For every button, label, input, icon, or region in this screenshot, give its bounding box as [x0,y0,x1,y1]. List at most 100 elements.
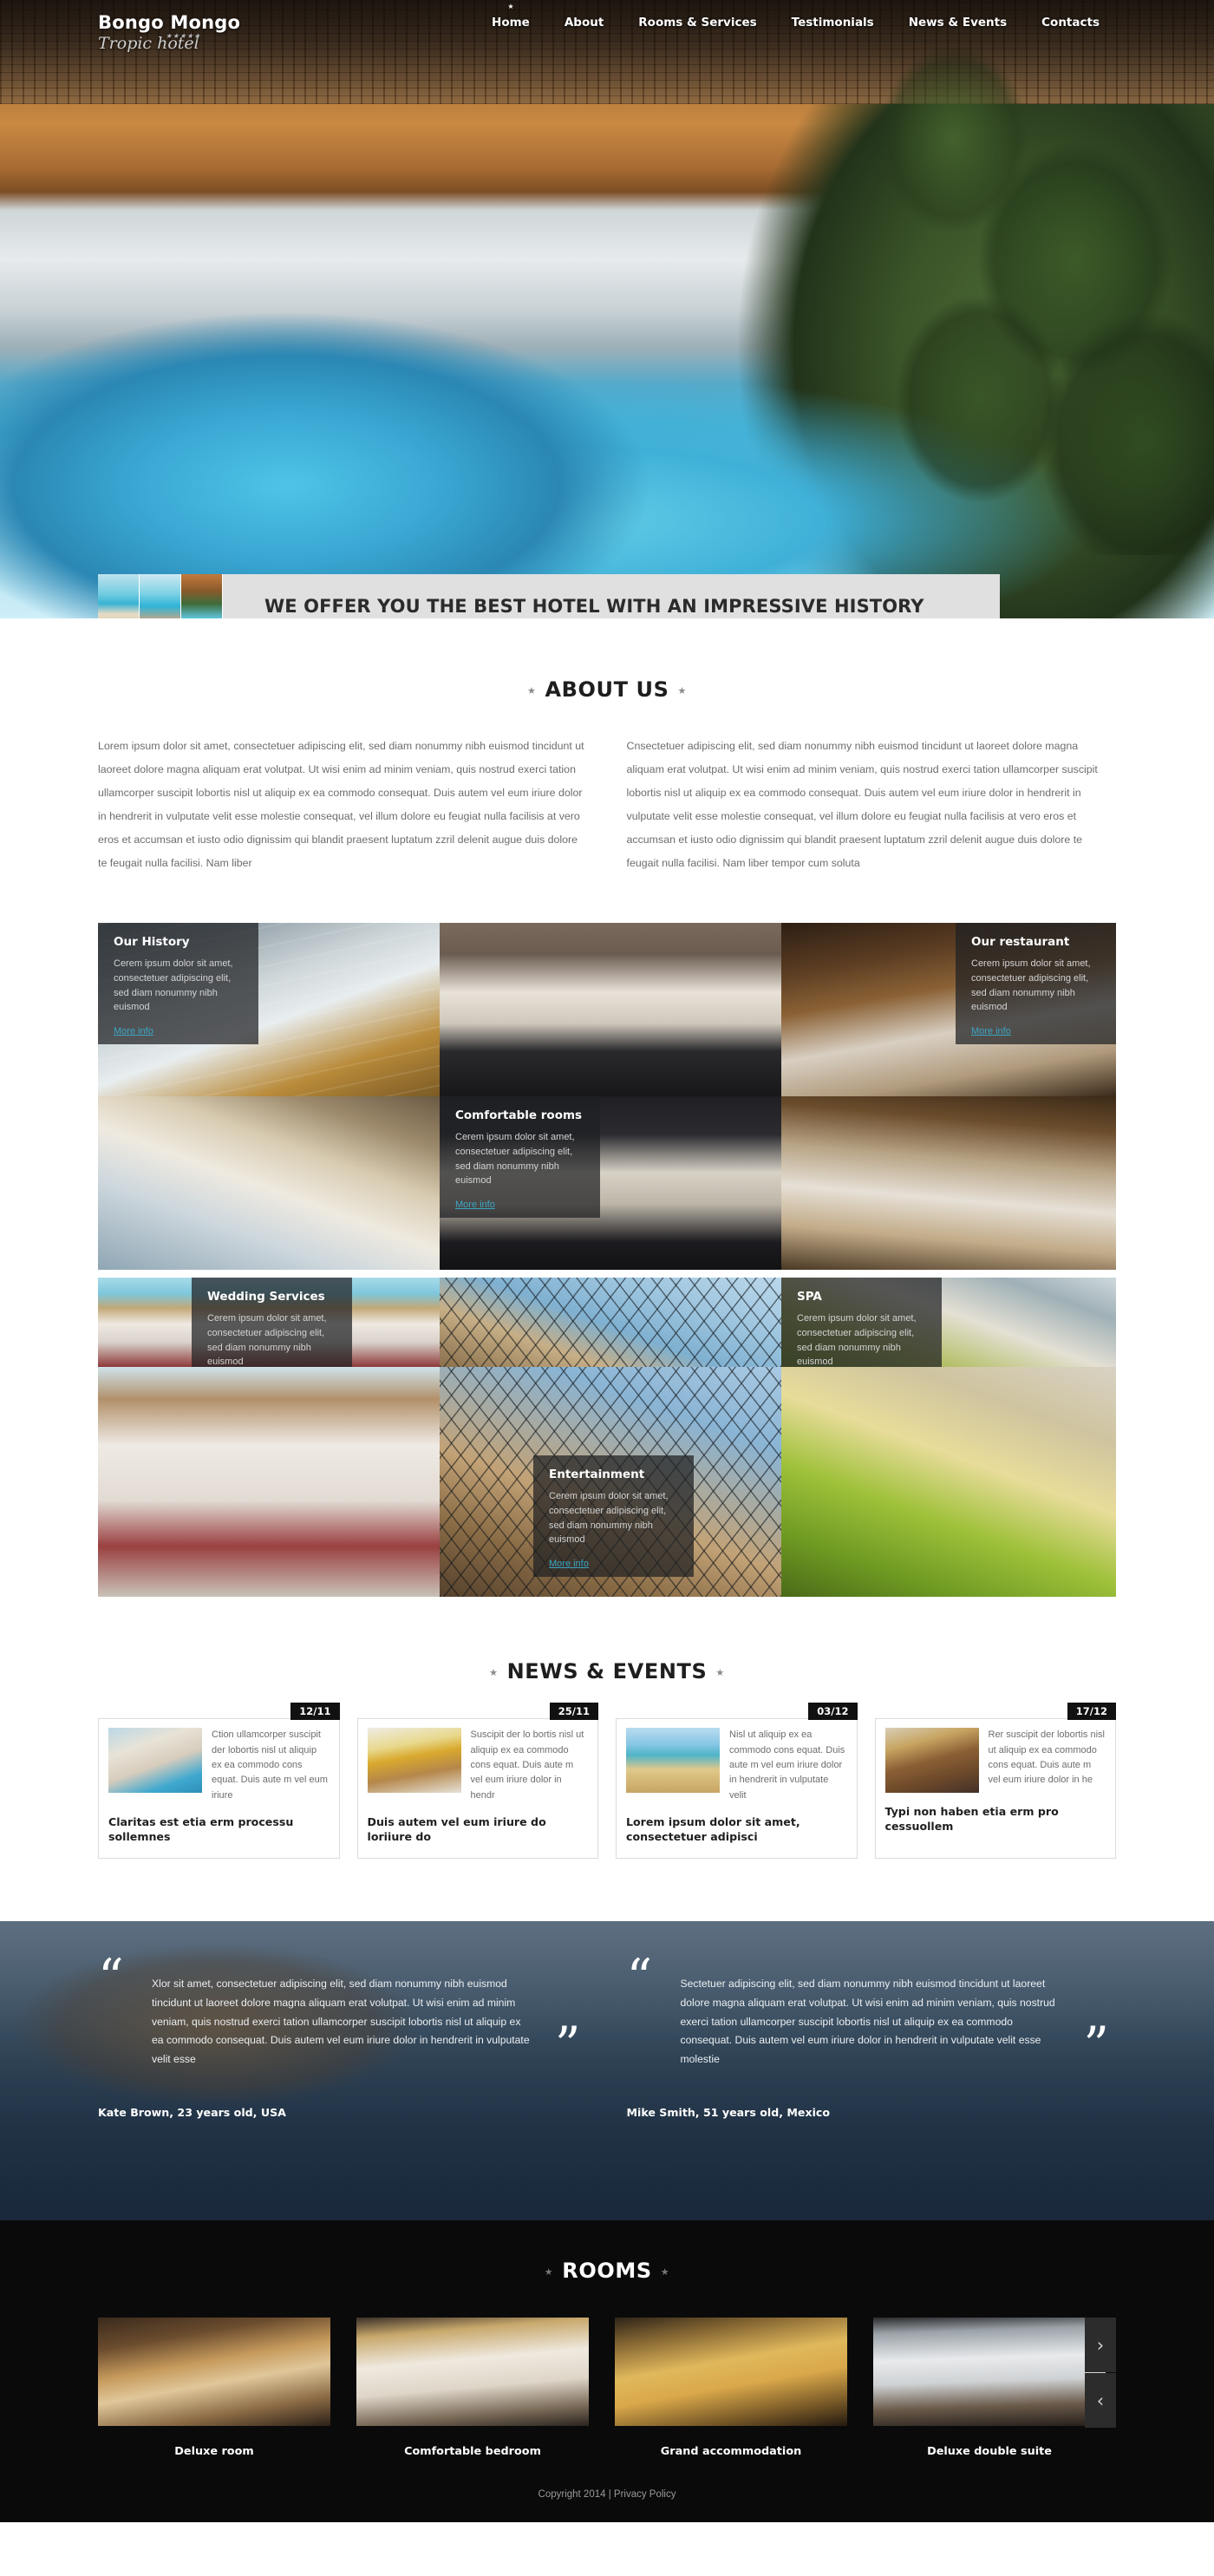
service-tile-wedding[interactable]: Wedding Services Cerem ipsum dolor sit a… [98,1278,440,1368]
service-image-wedding-lower [98,1367,440,1598]
service-panel-spa: SPA Cerem ipsum dolor sit amet, consecte… [781,1278,942,1368]
room-name: Comfortable bedroom [404,2445,541,2459]
news-headline[interactable]: Lorem ipsum dolor sit amet, consectetuer… [617,1807,857,1844]
service-title-wedding: Wedding Services [207,1290,325,1304]
service-text-our-restaurant: Cerem ipsum dolor sit amet, consectetuer… [971,958,1091,1013]
hero-thumbnail-strip[interactable] [98,574,223,618]
service-tile-our-restaurant[interactable]: Our restaurant Cerem ipsum dolor sit ame… [781,923,1116,1097]
carousel-next-icon[interactable]: › [1085,2318,1116,2373]
news-card[interactable]: 25/11 Suscipit der lo bortis nisl ut ali… [356,1703,598,1860]
news-card-top: Ction ullamcorper suscipit der lobortis … [99,1719,339,1807]
service-title-our-restaurant: Our restaurant [971,935,1070,950]
hero-caption-text: WE OFFER YOU THE BEST HOTEL WITH AN IMPR… [264,596,924,617]
testimonial-author: Kate Brown, 23 years old, USA [98,2105,286,2119]
room-card[interactable]: Deluxe room [98,2318,330,2458]
about-section: ★ ABOUT US ★ Lorem ipsum dolor sit amet, c… [0,618,1214,875]
hero-top-shade [0,0,1214,618]
testimonial-author: Mike Smith, 51 years old, Mexico [626,2105,831,2119]
news-title: ★ NEWS & EVENTS ★ [98,1659,1116,1684]
service-tile-our-history[interactable]: Our History Cerem ipsum dolor sit amet, … [98,923,440,1097]
room-image [873,2318,1106,2427]
brand-tagline: Tropic hotel ★★★★★ [98,32,240,53]
news-card-top: Suscipit der lo bortis nisl ut aliquip e… [358,1719,598,1807]
news-title-text: NEWS & EVENTS [506,1659,708,1684]
service-tile-spa-lower[interactable] [781,1367,1116,1598]
star-icon-right: ★ [677,684,687,696]
news-thumbnail [108,1728,202,1794]
footer-copyright-row: Copyright 2014 | Privacy Policy [0,2489,1214,2500]
rooms-carousel: Deluxe room Comfortable bedroom Grand ac… [0,2318,1214,2458]
nav-item-rooms-services[interactable]: Rooms & Services [621,12,773,33]
nav-item-about[interactable]: About [547,12,621,33]
news-card[interactable]: 03/12 Nisl ut aliquip ex ea commodo cons… [616,1703,858,1860]
service-image-comfortable-rooms [440,923,781,1097]
service-tile-comfortable-rooms-panel[interactable]: Comfortable rooms Cerem ipsum dolor sit … [440,1096,781,1271]
service-title-comfortable-rooms: Comfortable rooms [455,1108,583,1123]
footer-privacy-policy-link[interactable]: Privacy Policy [614,2489,676,2500]
hero-header: Bongo Mongo Tropic hotel ★★★★★ Home Abou… [0,0,1214,618]
nav-item-contacts[interactable]: Contacts [1024,12,1117,33]
news-headline[interactable]: Duis autem vel eum iriure do loriiure do [358,1807,598,1844]
rooms-carousel-controls[interactable]: › ‹ [1085,2318,1116,2429]
news-excerpt: Rer suscipit der lobortis nisl ut aliqui… [988,1729,1106,1786]
news-thumbnail [367,1728,461,1794]
services-section: Our History Cerem ipsum dolor sit amet, … [0,875,1214,1598]
about-paragraph-right: Cnsectetuer adipiscing elit, sed diam no… [626,740,1098,870]
service-title-our-history: Our History [114,935,190,950]
service-tile-spa[interactable]: SPA Cerem ipsum dolor sit amet, consecte… [781,1278,1116,1368]
testimonial-text: Xlor sit amet, consectetuer adipiscing e… [152,1978,530,2066]
service-more-info-comfortable-rooms[interactable]: More info [455,1200,495,1210]
news-thumbnail [884,1728,979,1794]
news-card[interactable]: 17/12 Rer suscipit der lobortis nisl ut … [874,1703,1116,1860]
room-image [615,2318,847,2427]
service-tile-restaurant-lower[interactable] [781,1096,1116,1271]
hero-thumbnail-1[interactable] [98,574,140,618]
news-headline[interactable]: Claritas est etia erm processu sollemnes [99,1807,339,1844]
services-row-1: Our History Cerem ipsum dolor sit amet, … [98,923,1116,1097]
brand-stars-icon: ★★★★★ [166,32,201,40]
service-more-info-our-history[interactable]: More info [114,1026,153,1036]
news-headline[interactable]: Typi non haben etia erm pro cessuollem [876,1796,1116,1834]
footer-copyright-text: Copyright 2014 | [538,2489,611,2501]
room-image [98,2318,330,2427]
testimonials-section: “ ” Xlor sit amet, consectetuer adipisci… [0,1921,1214,2221]
service-tile-our-history-lower[interactable] [98,1096,440,1271]
news-date-badge: 17/12 [1067,1703,1116,1721]
service-tile-wedding-lower[interactable] [98,1367,440,1598]
room-card[interactable]: Deluxe double suite [873,2318,1106,2458]
page-footer: Copyright 2014 | Privacy Policy [0,2458,1214,2523]
nav-item-testimonials[interactable]: Testimonials [774,12,891,33]
service-tile-entertainment[interactable]: Entertainment Cerem ipsum dolor sit amet… [440,1367,781,1598]
room-name: Deluxe double suite [927,2445,1052,2459]
rooms-section: ★ ROOMS ★ Deluxe room Comfortable bedroom … [0,2220,1214,2459]
nav-item-home[interactable]: Home [474,12,547,33]
testimonial-text: Sectetuer adipiscing elit, sed diam nonu… [680,1978,1055,2066]
room-name: Grand accommodation [660,2445,802,2459]
room-card[interactable]: Comfortable bedroom [356,2318,589,2458]
news-excerpt: Nisl ut aliquip ex ea commodo cons equat… [729,1729,845,1801]
hero-thumbnail-2[interactable] [140,574,181,618]
service-more-info-our-restaurant[interactable]: More info [971,1026,1011,1036]
carousel-prev-icon[interactable]: ‹ [1085,2373,1116,2429]
news-card[interactable]: 12/11 Ction ullamcorper suscipit der lob… [98,1703,340,1860]
about-paragraph-left: Lorem ipsum dolor sit amet, consectetuer… [98,740,584,870]
nav-item-news-events[interactable]: News & Events [891,12,1024,33]
service-tile-entertainment-top[interactable] [440,1278,781,1368]
net-texture-overlay-top [440,1278,781,1368]
service-more-info-entertainment[interactable]: More info [549,1559,589,1569]
about-title-text: ABOUT US [545,677,669,702]
testimonial-quote-1: “ ” Xlor sit amet, consectetuer adipisci… [98,1952,588,2070]
service-title-entertainment: Entertainment [549,1468,645,1482]
about-columns: Lorem ipsum dolor sit amet, consectetuer… [98,735,1116,875]
room-card[interactable]: Grand accommodation [615,2318,847,2458]
hero-caption-box: WE OFFER YOU THE BEST HOTEL WITH AN IMPR… [223,574,1000,618]
star-icon-rooms-left: ★ [544,2265,554,2278]
news-date-badge: 03/12 [808,1703,858,1721]
news-thumbnail [626,1728,720,1794]
service-tile-comfortable-rooms[interactable] [440,923,781,1097]
hero-thumbnail-3[interactable] [181,574,223,618]
main-navigation[interactable]: Home About Rooms & Services Testimonials… [0,12,1214,33]
service-panel-wedding: Wedding Services Cerem ipsum dolor sit a… [192,1278,352,1368]
service-image-dining-lower [781,1096,1116,1271]
hero-caption-bar: WE OFFER YOU THE BEST HOTEL WITH AN IMPR… [98,574,1000,618]
